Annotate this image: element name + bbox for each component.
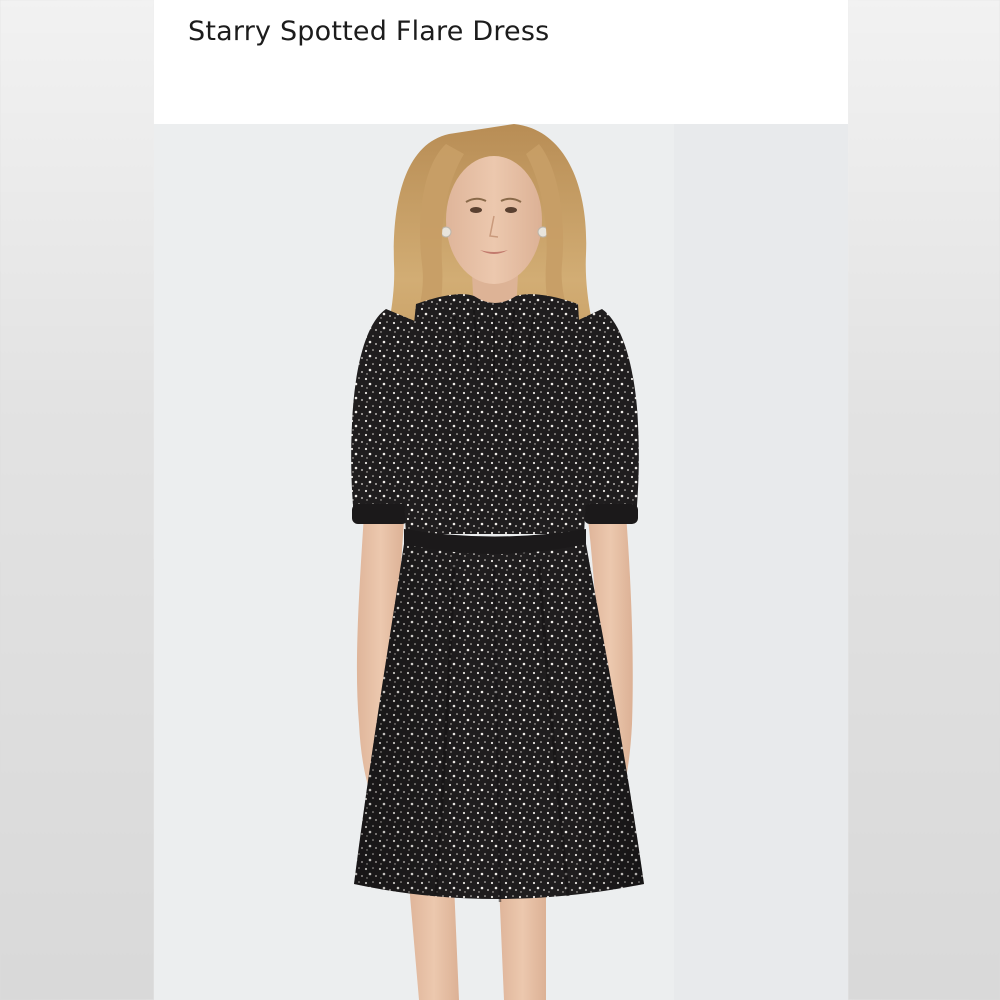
listing-frame: Starry Spotted Flare Dress [0, 0, 1000, 1000]
blurred-side-left [0, 0, 154, 1000]
product-title: Starry Spotted Flare Dress [188, 16, 550, 47]
face [446, 156, 542, 284]
product-photo-svg [154, 124, 848, 1000]
product-card[interactable]: Starry Spotted Flare Dress [154, 0, 848, 1000]
blurred-side-right [848, 0, 1000, 1000]
product-photo[interactable] [154, 124, 848, 1000]
title-bar: Starry Spotted Flare Dress [154, 0, 848, 124]
